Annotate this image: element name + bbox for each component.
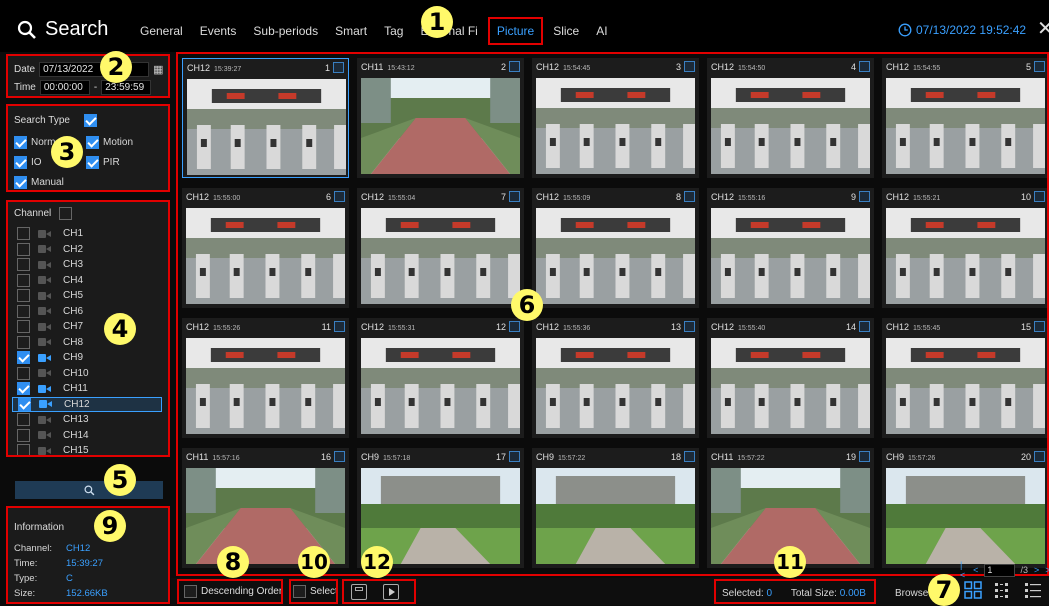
tab-ai[interactable]: AI (596, 24, 607, 45)
page-total: /3 (1020, 565, 1029, 575)
tab-sub-periods[interactable]: Sub-periods (253, 24, 318, 45)
callout-11: 11 (774, 546, 806, 578)
callout-1: 1 (421, 6, 453, 38)
page-input[interactable]: 1 (984, 563, 1015, 577)
highlight-box (714, 579, 876, 604)
last-page-icon[interactable]: >| (1045, 565, 1049, 575)
callout-9: 9 (94, 510, 126, 542)
search-icon (83, 484, 94, 495)
prev-page-icon[interactable]: < (973, 565, 978, 575)
callout-6: 6 (511, 289, 543, 321)
callout-8: 8 (217, 546, 249, 578)
callout-4: 4 (104, 313, 136, 345)
callout-2: 2 (100, 51, 132, 83)
list-view-icon[interactable] (1022, 579, 1044, 601)
small-grid-view-icon[interactable] (992, 579, 1014, 601)
next-page-icon[interactable]: > (1034, 565, 1039, 575)
highlight-box (176, 52, 1049, 576)
tab-slice[interactable]: Slice (553, 24, 579, 45)
first-page-icon[interactable]: |< (960, 560, 967, 580)
app-logo: Search (17, 18, 108, 41)
highlight-box (6, 506, 170, 604)
grid-view-icon[interactable] (962, 579, 984, 601)
tab-bar: GeneralEventsSub-periodsSmartTagExternal… (140, 17, 625, 45)
highlight-box (6, 54, 170, 98)
tab-tag[interactable]: Tag (384, 24, 403, 45)
callout-12: 12 (361, 546, 393, 578)
tab-general[interactable]: General (140, 24, 183, 45)
highlight-box (6, 104, 170, 192)
callout-3: 3 (51, 136, 83, 168)
pager: |< < 1 /3 > >| (960, 560, 1049, 580)
highlight-box (289, 579, 338, 604)
highlight-box (342, 579, 416, 604)
callout-7: 7 (928, 574, 960, 606)
tab-smart[interactable]: Smart (335, 24, 367, 45)
datetime-text: 07/13/2022 19:52:42 (916, 23, 1027, 37)
app-title: Search (45, 18, 109, 40)
highlight-box (177, 579, 283, 604)
close-icon[interactable]: ✕ (1037, 19, 1049, 39)
search-button[interactable] (15, 481, 163, 499)
search-icon (17, 20, 36, 39)
clock-icon (898, 23, 912, 37)
datetime-display: 07/13/2022 19:52:42 (898, 23, 1026, 37)
callout-5: 5 (104, 464, 136, 496)
top-bar: Search GeneralEventsSub-periodsSmartTagE… (0, 0, 1049, 52)
highlight-box (6, 200, 170, 457)
tab-picture[interactable]: Picture (487, 17, 544, 45)
tab-events[interactable]: Events (200, 24, 237, 45)
callout-10: 10 (298, 546, 330, 578)
